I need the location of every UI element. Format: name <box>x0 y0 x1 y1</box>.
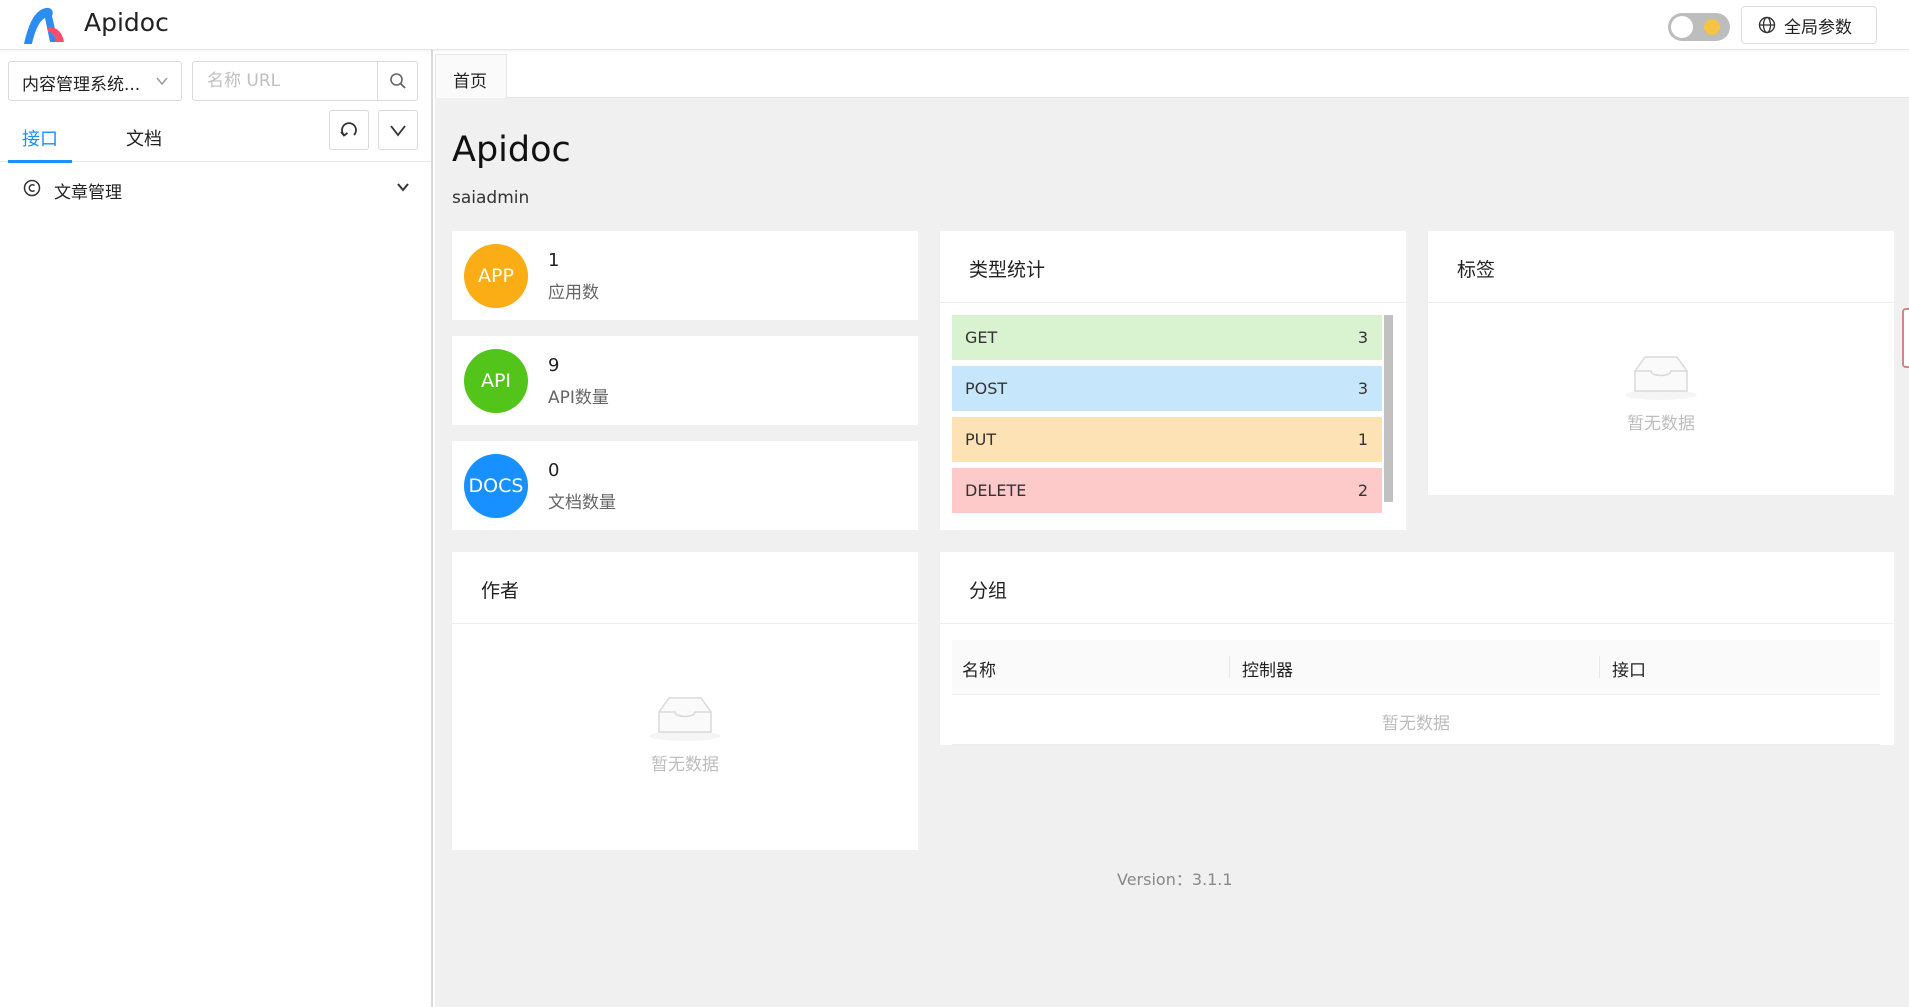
type-row-post: POST 3 <box>952 366 1382 411</box>
empty-state: 暂无数据 <box>452 692 918 775</box>
sidebar: 内容管理系统... 接口 文档 文章管理 <box>0 50 433 1007</box>
type-count: 2 <box>1357 481 1368 500</box>
card-title: 类型统计 <box>940 231 1406 303</box>
stat-value: 9 <box>548 355 560 376</box>
globe-icon <box>1758 16 1776 34</box>
tab-api[interactable]: 接口 <box>8 112 72 163</box>
top-header: Apidoc 全局参数 <box>0 0 1909 50</box>
stat-label: API数量 <box>548 388 609 408</box>
column-divider <box>1599 656 1600 678</box>
theme-toggle[interactable] <box>1668 13 1730 41</box>
version-text: Version：3.1.1 <box>1117 870 1233 889</box>
table-empty-row: 暂无数据 <box>952 695 1880 745</box>
global-params-button[interactable]: 全局参数 <box>1741 6 1877 44</box>
card-title: 作者 <box>452 552 918 624</box>
stat-card-docs: DOCS 0 文档数量 <box>452 441 918 530</box>
main-content: 首页 Apidoc saiadmin APP 1 应用数 API 9 API数量… <box>435 50 1909 1007</box>
side-drawer-handle[interactable] <box>1902 308 1909 368</box>
empty-text: 暂无数据 <box>651 755 719 775</box>
search-input[interactable] <box>193 62 379 100</box>
api-badge: API <box>464 349 528 413</box>
tree-item-article-management[interactable]: 文章管理 <box>0 164 431 214</box>
search-button[interactable] <box>377 62 417 100</box>
type-name: DELETE <box>965 481 1027 500</box>
global-params-label: 全局参数 <box>1784 17 1852 38</box>
column-controller: 控制器 <box>1242 661 1293 681</box>
type-stats-card: 类型统计 GET 3 POST 3 PUT 1 DELETE 2 <box>940 231 1406 530</box>
stat-card-apps: APP 1 应用数 <box>452 231 918 320</box>
project-select-value: 内容管理系统... <box>22 75 141 95</box>
type-count: 1 <box>1357 430 1368 449</box>
stat-value: 0 <box>548 460 560 481</box>
page-tabbar: 首页 <box>435 50 1909 98</box>
column-api: 接口 <box>1612 661 1646 681</box>
column-divider <box>1229 656 1230 678</box>
toggle-knob <box>1671 16 1693 38</box>
stat-label: 应用数 <box>548 283 599 303</box>
sun-icon <box>1704 19 1720 35</box>
type-name: POST <box>965 379 1008 398</box>
chevron-down-icon[interactable] <box>396 180 410 194</box>
empty-inbox-icon <box>649 697 721 741</box>
copyright-icon <box>23 179 41 197</box>
column-name: 名称 <box>962 661 996 681</box>
search-box <box>192 61 418 101</box>
type-count: 3 <box>1357 379 1368 398</box>
chevron-down-icon <box>390 125 406 137</box>
page-title: Apidoc <box>452 130 571 170</box>
tab-docs[interactable]: 文档 <box>126 112 176 162</box>
expand-all-button[interactable] <box>378 110 418 150</box>
tree-item-label: 文章管理 <box>54 183 122 203</box>
type-name: GET <box>965 328 998 347</box>
authors-card: 作者 暂无数据 <box>452 552 918 850</box>
chevron-down-icon <box>156 77 168 86</box>
empty-inbox-icon <box>1625 356 1697 400</box>
empty-text: 暂无数据 <box>1627 414 1695 434</box>
docs-badge: DOCS <box>464 454 528 518</box>
card-title: 分组 <box>940 552 1894 624</box>
stat-card-apis: API 9 API数量 <box>452 336 918 425</box>
groups-card: 分组 名称 控制器 接口 暂无数据 <box>940 552 1894 745</box>
project-select[interactable]: 内容管理系统... <box>8 61 182 101</box>
type-row-get: GET 3 <box>952 315 1382 360</box>
card-title: 标签 <box>1428 231 1894 303</box>
stat-value: 1 <box>548 250 560 271</box>
type-count: 3 <box>1357 328 1368 347</box>
type-row-delete: DELETE 2 <box>952 468 1382 513</box>
stat-label: 文档数量 <box>548 493 616 513</box>
page-subtitle: saiadmin <box>452 188 530 208</box>
refresh-button[interactable] <box>329 110 369 150</box>
groups-table-header: 名称 控制器 接口 <box>952 640 1880 695</box>
refresh-icon <box>340 122 357 137</box>
tab-home[interactable]: 首页 <box>435 54 507 98</box>
apidoc-logo <box>24 7 64 45</box>
type-name: PUT <box>965 430 997 449</box>
empty-state: 暂无数据 <box>1428 351 1894 434</box>
tags-card: 标签 暂无数据 <box>1428 231 1894 495</box>
brand-title: Apidoc <box>84 8 169 37</box>
app-badge: APP <box>464 244 528 308</box>
search-icon <box>389 73 406 89</box>
scrollbar[interactable] <box>1384 315 1393 502</box>
type-row-put: PUT 1 <box>952 417 1382 462</box>
